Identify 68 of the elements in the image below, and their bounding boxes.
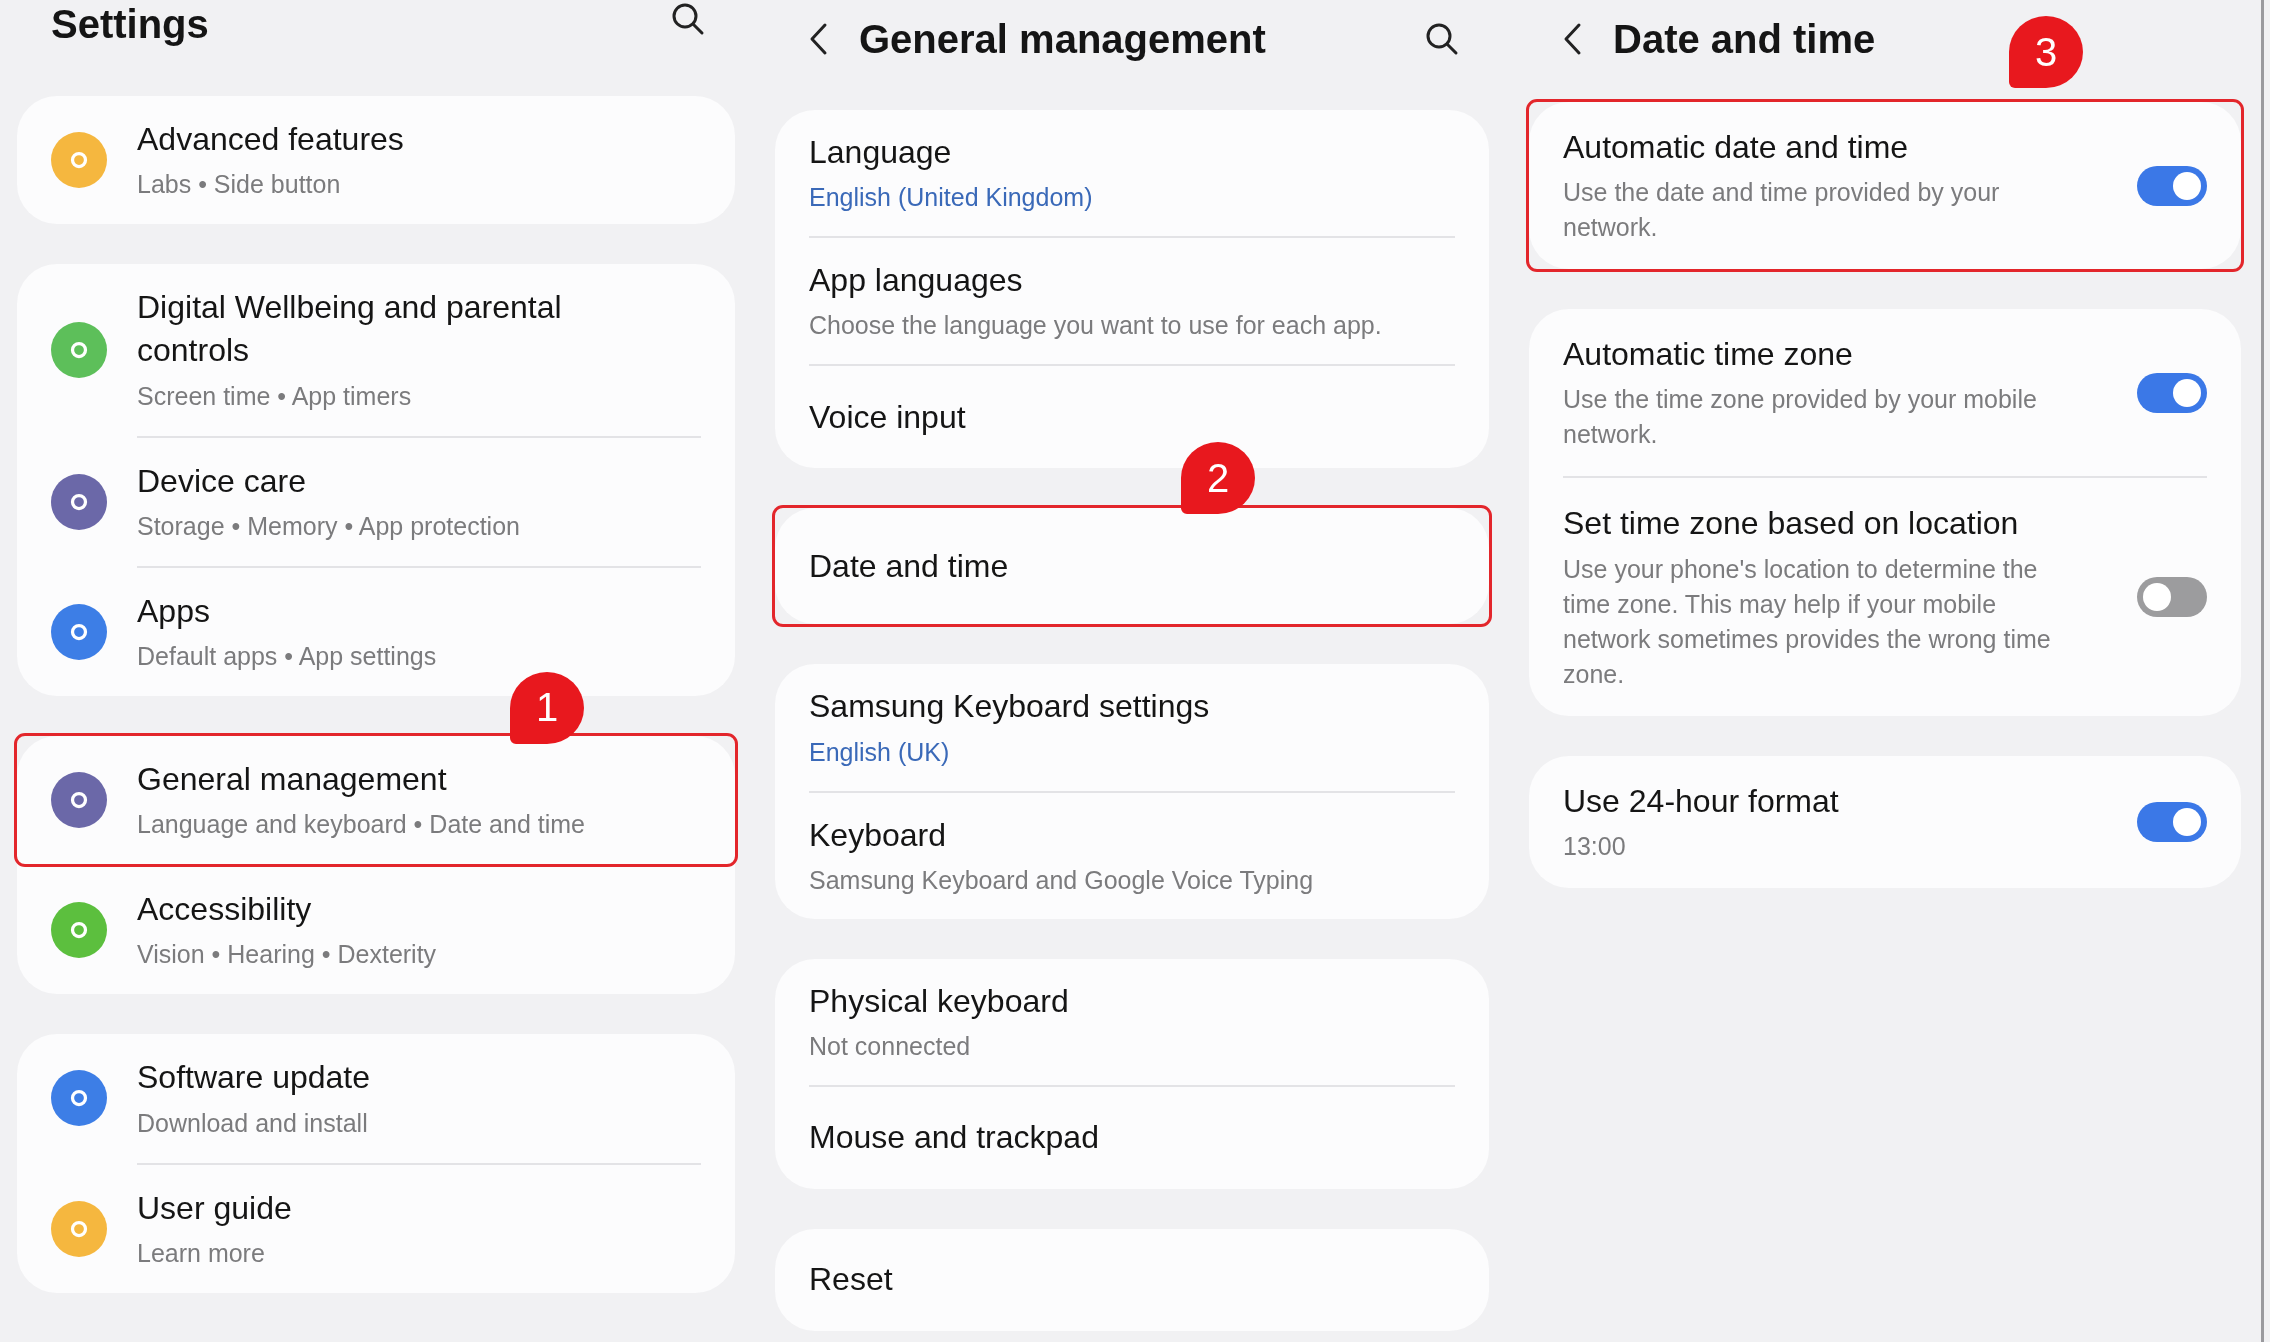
item-subtitle: Language and keyboard • Date and time (137, 809, 585, 841)
settings-item[interactable]: App languages Choose the language you want to use for each app. (809, 238, 1455, 365)
toggle-switch[interactable] (2137, 801, 2207, 842)
item-subtitle: Storage • Memory • App protection (137, 510, 520, 542)
back-icon[interactable] (809, 22, 829, 56)
item-subtitle: Labs • Side button (137, 169, 341, 201)
item-subtitle: English (United Kingdom) (809, 182, 1093, 214)
settings-item[interactable]: Advanced features Labs • Side button (51, 96, 701, 225)
item-title: App languages (809, 261, 1023, 301)
item-title: Automatic date and time (1563, 128, 1909, 167)
item-title: Apps (137, 591, 210, 631)
item-title: Digital Wellbeing and parental controls (137, 288, 563, 371)
settings-item[interactable]: Keyboard Samsung Keyboard and Google Voice Typing (809, 792, 1455, 919)
toggle-switch[interactable] (2137, 576, 2207, 617)
settings-item[interactable]: Software update Download and install (51, 1034, 701, 1163)
item-subtitle: Default apps • App settings (137, 640, 437, 672)
item-title: General management (137, 759, 447, 799)
settings-item[interactable]: Use 24-hour format 13:00 (1563, 755, 2207, 888)
screen-title: Date and time (1613, 16, 1876, 62)
settings-item[interactable]: Device care Storage • Memory • App protection (51, 437, 701, 566)
settings-item[interactable]: User guide Learn more (51, 1164, 701, 1293)
item-title: Use 24-hour format (1563, 781, 1839, 821)
settings-item[interactable]: Accessibility Vision • Hearing • Dexterity (51, 866, 701, 995)
callout-badge: 3 (2009, 16, 2083, 88)
item-title: Reset (809, 1260, 893, 1300)
item-subtitle: Vision • Hearing • Dexterity (137, 939, 437, 971)
item-title: Accessibility (137, 890, 312, 930)
item-subtitle: Use your phone's location to determine the time zone. This may help if your mobile network sometimes provides the wrong time zone. (1563, 553, 2052, 690)
item-title: Device care (137, 461, 306, 501)
item-subtitle: Download and install (137, 1107, 368, 1139)
item-title: User guide (137, 1188, 292, 1228)
item-title: Language (809, 133, 952, 172)
item-title: Date and time (809, 546, 1009, 586)
item-title: Voice input (809, 397, 966, 437)
search-icon[interactable] (671, 2, 705, 36)
settings-item[interactable]: Automatic time zone Use the time zone provided by your mobile network. (1563, 309, 2207, 477)
item-subtitle: Use the date and time provided by your network. (1563, 177, 2001, 244)
item-title: Keyboard (809, 815, 946, 855)
settings-item[interactable]: Samsung Keyboard settings English (UK) (809, 664, 1455, 791)
toggle-switch[interactable] (2137, 165, 2207, 206)
item-subtitle: Samsung Keyboard and Google Voice Typing (809, 864, 1314, 896)
settings-item[interactable]: Digital Wellbeing and parental controls Screen time • App timers (51, 264, 701, 436)
item-title: Set time zone based on location (1563, 504, 2019, 544)
item-subtitle: Choose the language you want to use for each app. (809, 310, 1382, 342)
item-title: Software update (137, 1058, 371, 1098)
screen-title: General management (859, 16, 1266, 62)
search-icon[interactable] (1425, 22, 1459, 56)
settings-item[interactable]: Physical keyboard Not connected (809, 958, 1455, 1085)
settings-item[interactable]: Automatic date and time Use the date and time provided by your network. (1529, 102, 2241, 270)
item-subtitle: English (UK) (809, 736, 950, 768)
toggle-switch[interactable] (2137, 372, 2207, 413)
item-title: Automatic time zone (1563, 335, 1853, 375)
item-subtitle: Use the time zone provided by your mobile network. (1563, 384, 2038, 451)
screen-title: Settings (51, 2, 209, 47)
settings-item[interactable]: Set time zone based on location Use your phone's location to determine the time zone. This may help if your mobile network sometimes provides the wrong time zone. (1563, 478, 2207, 716)
item-title: Samsung Keyboard settings (809, 687, 1210, 727)
item-subtitle: Screen time • App timers (137, 380, 412, 412)
settings-item[interactable]: Mouse and trackpad (809, 1086, 1455, 1189)
item-subtitle: 13:00 (1563, 830, 1627, 862)
item-title: Mouse and trackpad (809, 1118, 1099, 1158)
settings-item[interactable]: Language English (United Kingdom) (809, 110, 1455, 237)
item-subtitle: Learn more (137, 1237, 265, 1269)
item-title: Physical keyboard (809, 981, 1069, 1021)
item-title: Advanced features (137, 120, 404, 159)
settings-item[interactable]: Date and time (775, 508, 1489, 625)
settings-item[interactable]: Reset (809, 1228, 1455, 1331)
item-subtitle: Not connected (809, 1030, 971, 1062)
back-icon[interactable] (1563, 22, 1583, 56)
